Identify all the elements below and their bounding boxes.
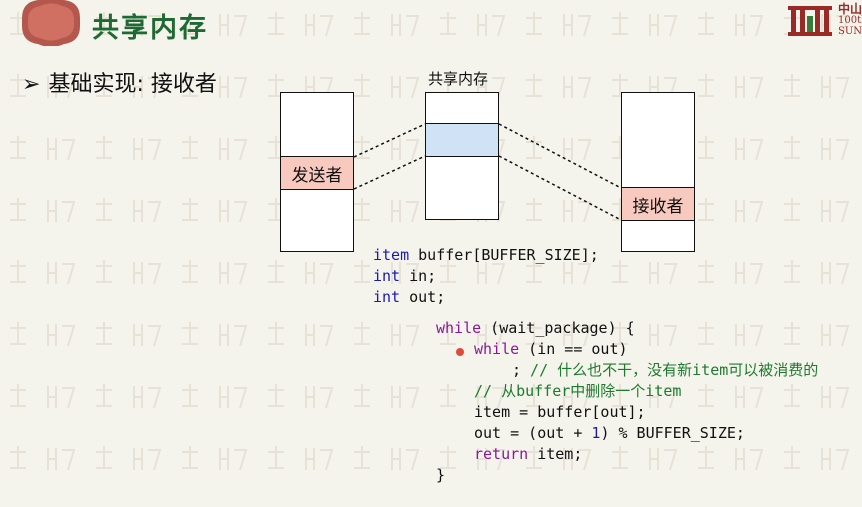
bullet-text: 基础实现: 接收者	[48, 72, 217, 97]
logo-text-line1: 中山大	[838, 2, 862, 16]
code-line-while: while (wait_package) {	[436, 319, 635, 337]
code-line-close-brace: }	[436, 466, 446, 484]
code-line-remove-comment: // 从buffer中删除一个item	[474, 382, 682, 400]
bullet-heading: ➢ 基础实现: 接收者	[22, 66, 217, 98]
decl-line-2: int in;	[373, 267, 437, 285]
shared-memory-region	[425, 123, 499, 157]
code-line-assign-item: item = buffer[out];	[474, 403, 646, 421]
title-badge-icon	[22, 0, 80, 46]
bullet-arrow-icon: ➢	[22, 72, 41, 97]
laser-pointer-dot	[456, 348, 464, 356]
receiver-process-box	[621, 92, 695, 252]
slide-title: 共享内存	[92, 13, 208, 44]
logo-text-line2: 100th	[838, 15, 862, 26]
logo-text: 中山大 100th SUN YAT	[838, 2, 862, 37]
code-line-assign-out: out = (out + 1) % BUFFER_SIZE;	[474, 424, 745, 442]
shared-memory-label: 共享内存	[428, 70, 489, 88]
sender-cell: 发送者	[280, 156, 354, 190]
code-line-spin: ; // 什么也不干，没有新item可以被消费的	[512, 361, 819, 379]
code-line-return: return item;	[474, 445, 583, 463]
decl-line-1: item buffer[BUFFER_SIZE];	[373, 246, 599, 264]
logo-text-line3: SUN YAT	[838, 26, 862, 37]
receiver-cell: 接收者	[621, 187, 695, 221]
receiver-loop-code: while (wait_package) { while (in == out);…	[436, 297, 818, 507]
code-line-inner-while: while (in == out)	[474, 340, 628, 358]
